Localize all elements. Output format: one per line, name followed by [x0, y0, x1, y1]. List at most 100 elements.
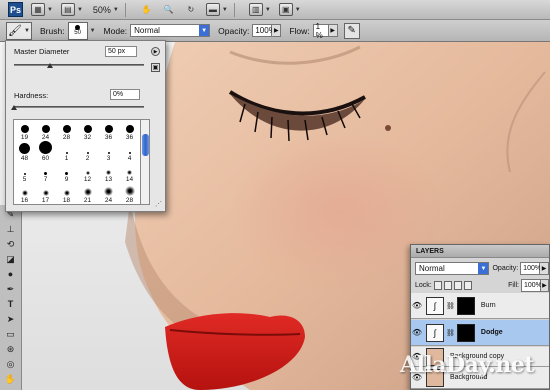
tool-preset-picker[interactable]: 🖌 ▼: [6, 21, 32, 40]
brush-picker[interactable]: 50: [67, 21, 88, 40]
brush-preset-item[interactable]: 18: [56, 183, 77, 204]
lock-transparency-icon[interactable]: [433, 281, 442, 290]
lock-position-icon[interactable]: [453, 281, 463, 290]
visibility-eye-icon[interactable]: 👁: [411, 301, 423, 310]
brush-preset-item[interactable]: 19: [14, 120, 35, 141]
layer-mask-thumbnail[interactable]: [456, 323, 475, 342]
opacity-dropdown[interactable]: ▶: [272, 24, 282, 37]
hand-tool-icon[interactable]: ✋: [140, 3, 154, 16]
brush-preset-size: 16: [20, 197, 29, 204]
3d-rotate-icon[interactable]: ⊛: [4, 343, 18, 355]
layer-row-burn[interactable]: 👁 ∫ ⛓ Burn: [411, 293, 549, 319]
layer-row-dodge[interactable]: 👁 ∫ ⛓ Dodge: [411, 320, 549, 346]
tab-layers[interactable]: LAYERS: [411, 245, 549, 258]
save-preset-icon[interactable]: ▣: [151, 63, 160, 72]
blend-mode-select[interactable]: Normal ▼: [415, 262, 490, 275]
fill-dropdown[interactable]: ▶: [541, 279, 549, 292]
path-selection-icon[interactable]: ➤: [4, 313, 18, 325]
brush-preset-item[interactable]: 28: [119, 183, 140, 204]
zoom-tool-icon[interactable]: 🔍: [162, 3, 176, 16]
hardness-slider[interactable]: [11, 105, 144, 110]
layer-opacity-field[interactable]: 100%: [520, 262, 541, 275]
brush-preset-item[interactable]: 21: [77, 183, 98, 204]
brush-preset-item[interactable]: 1: [56, 141, 77, 162]
history-brush-icon[interactable]: ⟲: [4, 238, 18, 250]
brush-preset-item[interactable]: 28: [56, 120, 77, 141]
shape-tool-icon[interactable]: ▭: [4, 328, 18, 340]
chevron-down-icon: ▼: [199, 25, 210, 36]
dodge-tool-icon[interactable]: ●: [4, 268, 18, 280]
zoom-level[interactable]: 50%: [93, 5, 111, 15]
preset-scrollbar[interactable]: [140, 119, 150, 205]
stamp-tool-icon[interactable]: ⊥: [4, 223, 18, 235]
brush-preset-item[interactable]: 14: [119, 162, 140, 183]
brush-preset-item[interactable]: 5: [14, 162, 35, 183]
hardness-field[interactable]: 0%: [110, 89, 140, 100]
panel-menu-icon[interactable]: ▶: [151, 47, 160, 56]
fill-field[interactable]: 100%: [521, 279, 542, 292]
pen-tool-icon[interactable]: ✒: [4, 283, 18, 295]
mode-select[interactable]: Normal ▼: [130, 24, 211, 37]
brush-tip-icon: [128, 152, 131, 154]
toolbox: ✎ ⊥ ⟲ ◪ ● ✒ T ➤ ▭ ⊛ ◎ ✋: [0, 205, 22, 390]
brush-tip-icon: [20, 125, 29, 133]
brush-preset-size: 17: [41, 197, 50, 204]
opacity-field[interactable]: 100%: [252, 24, 276, 37]
resize-grip-icon[interactable]: ⋰: [155, 200, 162, 208]
flow-field[interactable]: 1 %: [312, 22, 329, 40]
brush-tip-icon: [42, 190, 49, 196]
chevron-down-icon: ▼: [221, 6, 228, 13]
photoshop-logo: Ps: [8, 2, 23, 17]
lock-all-icon[interactable]: [464, 281, 473, 290]
mode-value: Normal: [134, 26, 160, 35]
brush-preset-item[interactable]: 7: [35, 162, 56, 183]
lock-pixels-icon[interactable]: [443, 281, 452, 290]
eraser-tool-icon[interactable]: ◪: [4, 253, 18, 265]
layers-blend-row: Normal ▼ Opacity: 100% ▶: [411, 262, 549, 275]
master-diameter-slider[interactable]: [14, 63, 144, 68]
brush-preset-item[interactable]: 48: [14, 141, 35, 162]
3d-orbit-icon[interactable]: ◎: [4, 358, 18, 370]
layer-mask-thumbnail[interactable]: [456, 296, 475, 315]
brush-preset-item[interactable]: 4: [119, 141, 140, 162]
brush-preset-item[interactable]: 32: [77, 120, 98, 141]
type-tool-icon[interactable]: T: [4, 298, 18, 310]
brush-preset-item[interactable]: 60: [35, 141, 56, 162]
brush-preset-size: 18: [62, 197, 71, 204]
brush-preset-item[interactable]: 12: [77, 162, 98, 183]
master-diameter-field[interactable]: 50 px: [105, 46, 137, 57]
slider-knob[interactable]: [11, 105, 17, 110]
brush-preset-item[interactable]: 9: [56, 162, 77, 183]
curves-adjustment-icon: ∫: [426, 323, 444, 342]
brush-preset-item[interactable]: 36: [119, 120, 140, 141]
arrange-documents-icon[interactable]: ▥: [248, 3, 263, 16]
chevron-down-icon: ▼: [264, 6, 271, 13]
layer-opacity-dropdown[interactable]: ▶: [540, 262, 549, 275]
screen-mode-icon[interactable]: ▣: [278, 3, 293, 16]
brush-preset-size: 3: [106, 155, 111, 162]
hand-tool-icon[interactable]: ✋: [4, 373, 18, 385]
flow-dropdown[interactable]: ▶: [328, 24, 338, 37]
divider: [233, 2, 235, 17]
brush-preset-item[interactable]: 3: [98, 141, 119, 162]
scrollbar-thumb[interactable]: [142, 134, 149, 156]
brush-preset-item[interactable]: 13: [98, 162, 119, 183]
ruler-icon[interactable]: ▬: [205, 3, 220, 16]
brush-preset-item[interactable]: 2: [77, 141, 98, 162]
brush-preset-item[interactable]: 24: [35, 120, 56, 141]
chevron-down-icon[interactable]: ▼: [90, 28, 96, 34]
slider-knob[interactable]: [47, 63, 54, 68]
brush-tip-icon: [106, 170, 111, 175]
brush-preset-item[interactable]: 36: [98, 120, 119, 141]
brush-label: Brush:: [40, 25, 65, 36]
launch-bridge-icon[interactable]: ▦: [31, 3, 45, 16]
brush-preset-item[interactable]: 24: [98, 183, 119, 204]
brush-preset-item[interactable]: 17: [35, 183, 56, 204]
view-extras-icon[interactable]: ▤: [60, 3, 75, 16]
airbrush-toggle-icon[interactable]: ✎: [343, 22, 360, 39]
rotate-view-icon[interactable]: ↻: [184, 3, 198, 16]
brush-preset-size: 9: [64, 176, 69, 183]
brush-preset-item[interactable]: 16: [14, 183, 35, 204]
chevron-down-icon: ▼: [478, 263, 489, 274]
visibility-eye-icon[interactable]: 👁: [411, 328, 423, 337]
